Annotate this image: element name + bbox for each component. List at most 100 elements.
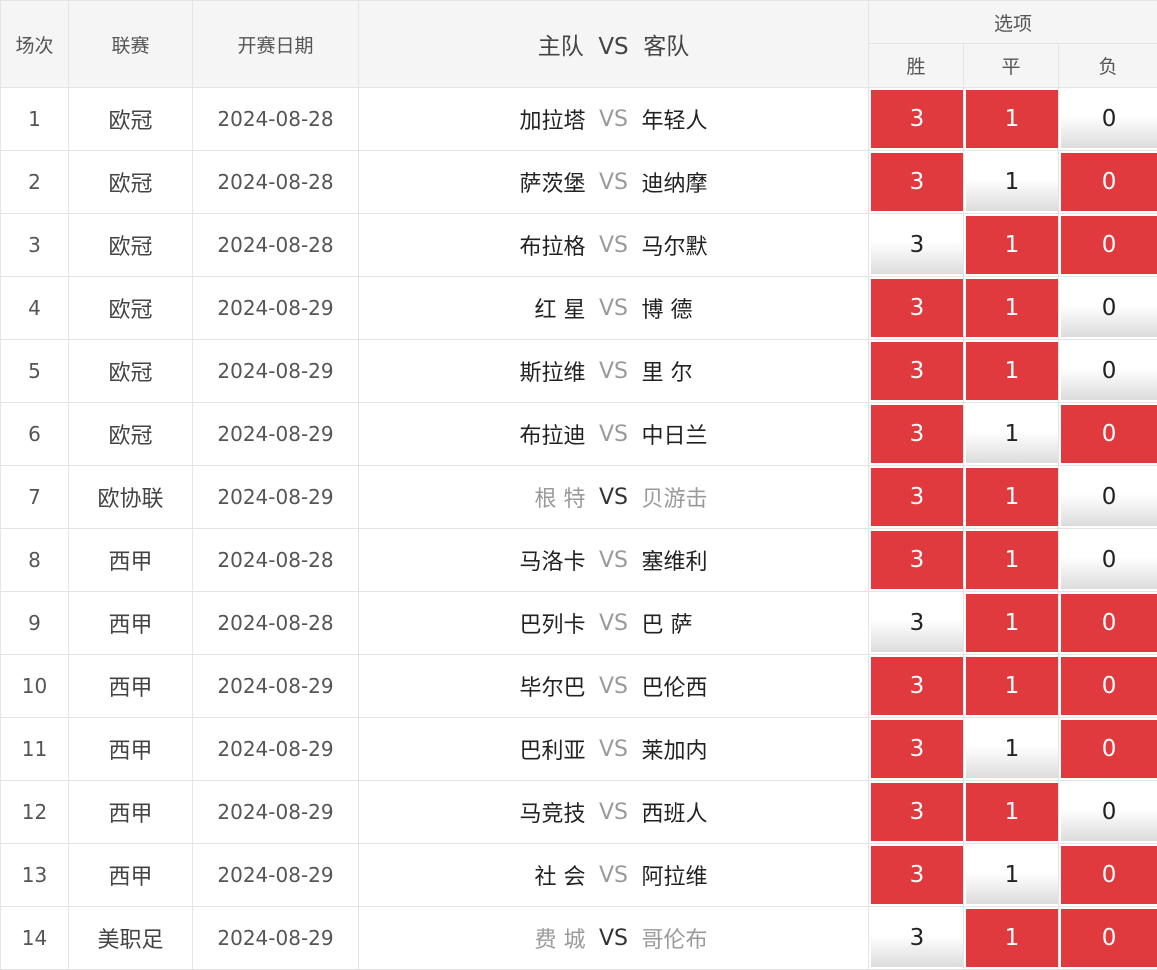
match-date: 2024-08-29 [193, 718, 359, 781]
option-draw-button[interactable]: 1 [966, 216, 1058, 274]
away-team: 贝游击 [642, 481, 867, 513]
option-loss-button[interactable]: 0 [1061, 90, 1157, 148]
option-loss-button[interactable]: 0 [1061, 657, 1157, 715]
option-loss-cell: 0 [1059, 592, 1157, 655]
option-loss-cell: 0 [1059, 718, 1157, 781]
option-loss-button[interactable]: 0 [1061, 153, 1157, 211]
option-loss-button[interactable]: 0 [1061, 216, 1157, 274]
option-loss-button[interactable]: 0 [1061, 846, 1157, 904]
away-team: 迪纳摩 [642, 166, 867, 198]
option-win-button[interactable]: 3 [871, 153, 963, 211]
option-draw-button[interactable]: 1 [966, 468, 1058, 526]
match-date: 2024-08-29 [193, 277, 359, 340]
option-draw-button[interactable]: 1 [966, 342, 1058, 400]
vs-label: VS [586, 548, 642, 573]
league-name: 欧冠 [69, 88, 193, 151]
option-win-button[interactable]: 3 [871, 90, 963, 148]
vs-label: VS [586, 485, 642, 510]
away-team: 莱加内 [642, 733, 867, 765]
option-win-button[interactable]: 3 [871, 405, 963, 463]
league-name: 美职足 [69, 907, 193, 970]
option-win-button[interactable]: 3 [871, 342, 963, 400]
table-row: 9 西甲 2024-08-28 巴列卡 VS 巴 萨 3 1 0 [1, 592, 1157, 655]
option-draw-cell: 1 [964, 151, 1059, 214]
option-win-button[interactable]: 3 [871, 720, 963, 778]
match-date: 2024-08-28 [193, 88, 359, 151]
match-index: 4 [1, 277, 69, 340]
vs-label: VS [586, 296, 642, 321]
option-win-cell: 3 [869, 88, 964, 151]
vs-label: VS [586, 359, 642, 384]
option-draw-button[interactable]: 1 [966, 531, 1058, 589]
league-name: 西甲 [69, 781, 193, 844]
table-row: 12 西甲 2024-08-29 马竞技 VS 西班人 3 1 0 [1, 781, 1157, 844]
option-loss-cell: 0 [1059, 151, 1157, 214]
match-date: 2024-08-29 [193, 340, 359, 403]
option-win-button[interactable]: 3 [871, 531, 963, 589]
option-win-cell: 3 [869, 655, 964, 718]
option-loss-cell: 0 [1059, 88, 1157, 151]
option-draw-button[interactable]: 1 [966, 279, 1058, 337]
option-loss-button[interactable]: 0 [1061, 342, 1157, 400]
option-draw-button[interactable]: 1 [966, 846, 1058, 904]
option-win-button[interactable]: 3 [871, 657, 963, 715]
option-loss-button[interactable]: 0 [1061, 909, 1157, 967]
option-loss-button[interactable]: 0 [1061, 720, 1157, 778]
option-win-cell: 3 [869, 718, 964, 781]
home-team: 巴列卡 [361, 607, 586, 639]
option-draw-button[interactable]: 1 [966, 909, 1058, 967]
option-win-button[interactable]: 3 [871, 594, 963, 652]
option-loss-button[interactable]: 0 [1061, 279, 1157, 337]
option-loss-cell: 0 [1059, 403, 1157, 466]
option-win-button[interactable]: 3 [871, 909, 963, 967]
league-name: 欧冠 [69, 151, 193, 214]
match-teams: 马竞技 VS 西班人 [359, 781, 869, 844]
table-row: 5 欧冠 2024-08-29 斯拉维 VS 里 尔 3 1 0 [1, 340, 1157, 403]
home-team: 布拉迪 [361, 418, 586, 450]
option-draw-cell: 1 [964, 466, 1059, 529]
option-draw-button[interactable]: 1 [966, 90, 1058, 148]
match-index: 7 [1, 466, 69, 529]
option-draw-cell: 1 [964, 592, 1059, 655]
option-loss-button[interactable]: 0 [1061, 531, 1157, 589]
option-win-cell: 3 [869, 592, 964, 655]
option-draw-button[interactable]: 1 [966, 657, 1058, 715]
option-draw-cell: 1 [964, 781, 1059, 844]
option-win-cell: 3 [869, 214, 964, 277]
option-draw-button[interactable]: 1 [966, 720, 1058, 778]
option-loss-button[interactable]: 0 [1061, 783, 1157, 841]
option-draw-button[interactable]: 1 [966, 405, 1058, 463]
match-index: 1 [1, 88, 69, 151]
option-win-button[interactable]: 3 [871, 468, 963, 526]
header-opt-win: 胜 [869, 44, 964, 88]
match-date: 2024-08-28 [193, 151, 359, 214]
league-name: 欧冠 [69, 214, 193, 277]
option-loss-button[interactable]: 0 [1061, 594, 1157, 652]
vs-label: VS [586, 674, 642, 699]
table-row: 2 欧冠 2024-08-28 萨茨堡 VS 迪纳摩 3 1 0 [1, 151, 1157, 214]
away-team: 巴 萨 [642, 607, 867, 639]
option-win-button[interactable]: 3 [871, 279, 963, 337]
home-team: 萨茨堡 [361, 166, 586, 198]
table-body: 1 欧冠 2024-08-28 加拉塔 VS 年轻人 3 1 0 2 欧冠 20… [1, 88, 1157, 970]
option-win-button[interactable]: 3 [871, 216, 963, 274]
option-draw-cell: 1 [964, 529, 1059, 592]
vs-label: VS [586, 233, 642, 258]
option-draw-button[interactable]: 1 [966, 153, 1058, 211]
option-loss-button[interactable]: 0 [1061, 405, 1157, 463]
match-date: 2024-08-29 [193, 844, 359, 907]
option-draw-button[interactable]: 1 [966, 783, 1058, 841]
option-loss-button[interactable]: 0 [1061, 468, 1157, 526]
header-vs: VS [598, 34, 628, 60]
away-team: 西班人 [642, 796, 867, 828]
vs-label: VS [586, 422, 642, 447]
home-team: 斯拉维 [361, 355, 586, 387]
league-name: 欧冠 [69, 277, 193, 340]
vs-label: VS [586, 107, 642, 132]
option-win-button[interactable]: 3 [871, 846, 963, 904]
league-name: 西甲 [69, 718, 193, 781]
option-draw-button[interactable]: 1 [966, 594, 1058, 652]
match-teams: 毕尔巴 VS 巴伦西 [359, 655, 869, 718]
option-win-button[interactable]: 3 [871, 783, 963, 841]
match-date: 2024-08-29 [193, 781, 359, 844]
